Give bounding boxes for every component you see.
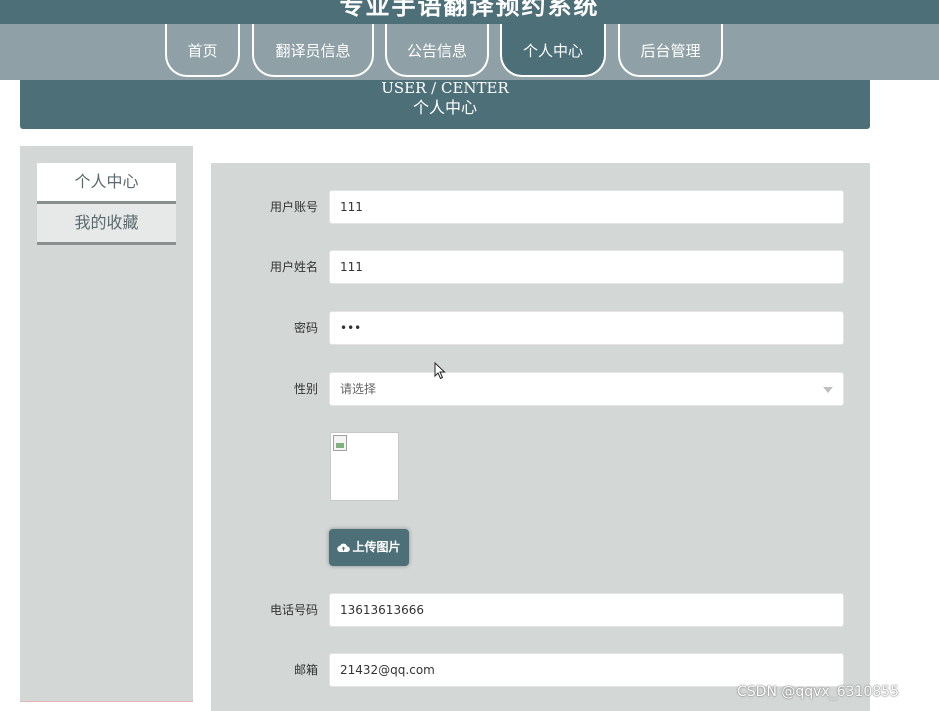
page-banner: USER / CENTER 个人中心 bbox=[20, 80, 870, 129]
sidebar-item-favorites[interactable]: 我的收藏 bbox=[37, 204, 176, 245]
nav-item-announcements[interactable]: 公告信息 bbox=[385, 24, 489, 77]
account-input[interactable]: 111 bbox=[329, 190, 844, 224]
email-label: 邮箱 bbox=[293, 663, 318, 677]
mouse-cursor-icon bbox=[434, 362, 446, 380]
broken-image-icon bbox=[333, 435, 347, 451]
phone-label: 电话号码 bbox=[269, 603, 318, 617]
top-header: 专业手语翻译预约系统 bbox=[0, 0, 939, 24]
sidebar-item-user-center[interactable]: 个人中心 bbox=[37, 163, 176, 204]
name-input[interactable]: 111 bbox=[329, 250, 844, 284]
cloud-upload-icon bbox=[337, 543, 351, 553]
nav-item-admin[interactable]: 后台管理 bbox=[618, 24, 723, 77]
account-label: 用户账号 bbox=[269, 200, 318, 214]
gender-select[interactable]: 请选择 bbox=[329, 372, 844, 406]
email-input[interactable]: 21432@qq.com bbox=[329, 653, 844, 687]
upload-button-label: 上传图片 bbox=[352, 540, 401, 554]
banner-subtitle: USER / CENTER bbox=[381, 79, 509, 97]
nav-item-translators[interactable]: 翻译员信息 bbox=[252, 24, 374, 77]
site-title: 专业手语翻译预约系统 bbox=[339, 0, 600, 20]
gender-label: 性别 bbox=[293, 382, 318, 396]
upload-image-button[interactable]: 上传图片 bbox=[329, 529, 409, 566]
phone-input[interactable]: 13613613666 bbox=[329, 593, 844, 627]
chevron-down-icon bbox=[823, 387, 833, 393]
password-input[interactable]: ••• bbox=[329, 311, 844, 345]
nav-item-home[interactable]: 首页 bbox=[165, 24, 240, 77]
profile-form: 用户账号 111 用户姓名 111 密码 ••• 性别 请选择 上传图片 电话号… bbox=[211, 163, 870, 711]
name-label: 用户姓名 bbox=[269, 260, 318, 274]
banner-title: 个人中心 bbox=[412, 98, 477, 117]
password-label: 密码 bbox=[293, 321, 318, 335]
avatar-preview bbox=[330, 432, 399, 501]
gender-select-placeholder: 请选择 bbox=[340, 382, 377, 396]
sidebar: 个人中心 我的收藏 bbox=[20, 146, 193, 702]
nav-item-user-center[interactable]: 个人中心 bbox=[500, 24, 606, 77]
watermark: CSDN @qqvx_6310855 bbox=[737, 684, 900, 700]
